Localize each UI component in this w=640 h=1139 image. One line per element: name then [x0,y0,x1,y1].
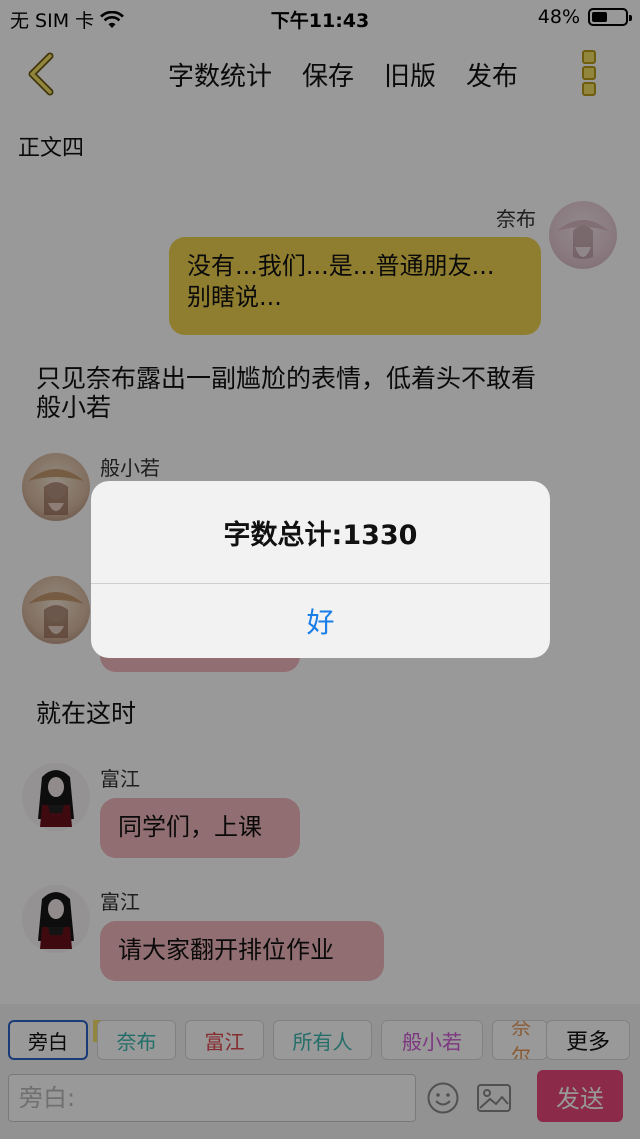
dialog-message: 字数总计:1330 [223,519,418,551]
dialog-ok-button[interactable]: 好 [91,584,550,658]
alert-dialog: 字数总计:1330 好 [91,481,550,658]
